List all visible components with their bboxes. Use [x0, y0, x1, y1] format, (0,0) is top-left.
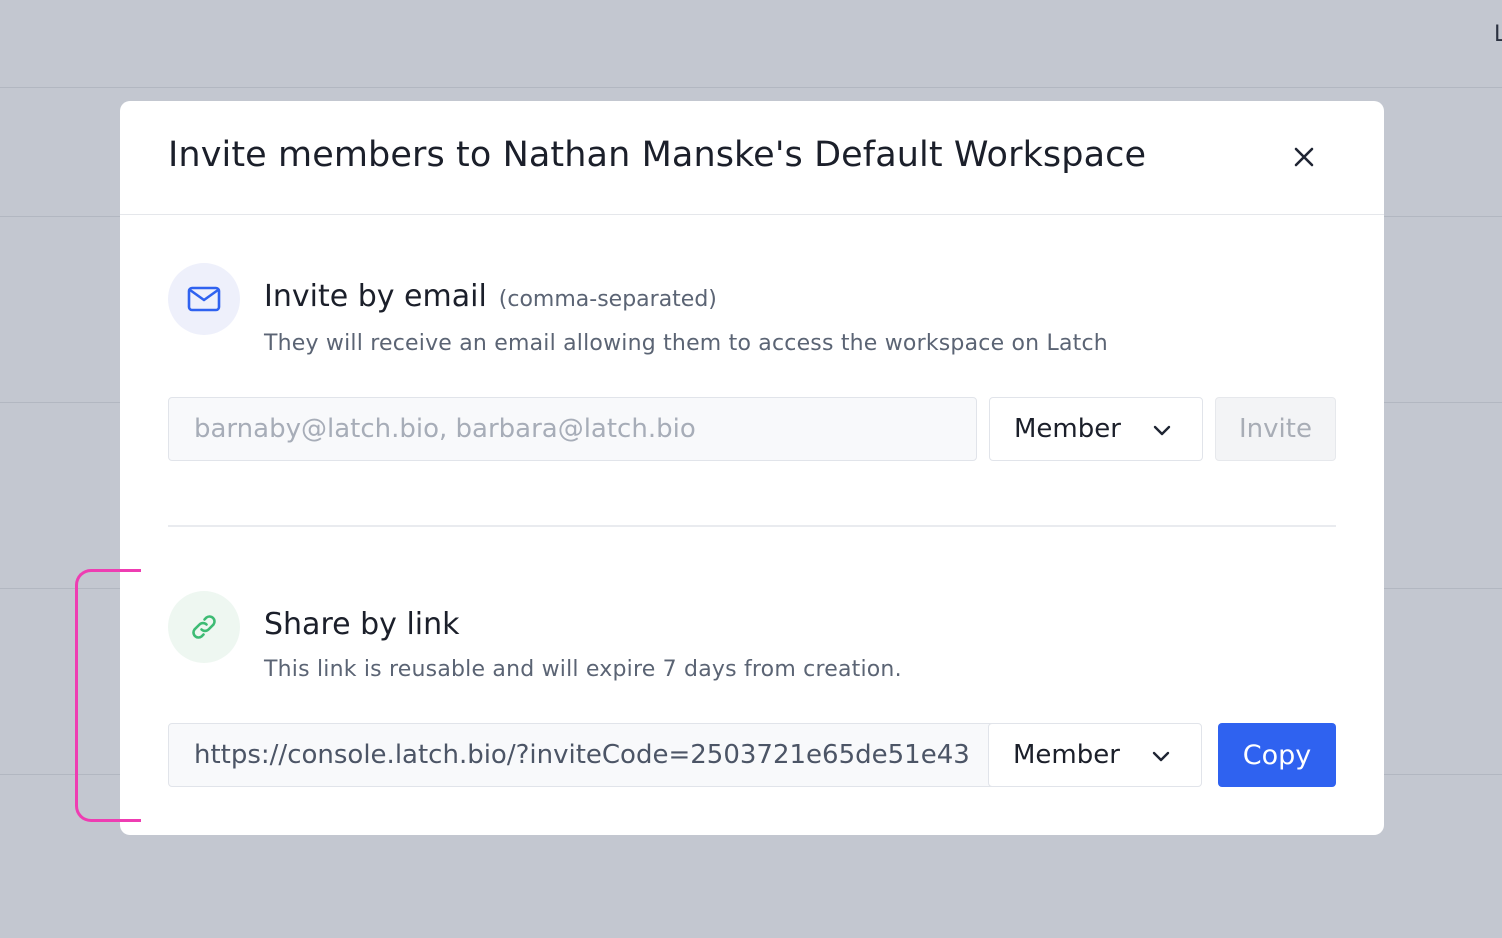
link-role-value: Member: [1013, 740, 1120, 770]
email-section-note: (comma-separated): [498, 287, 717, 312]
email-section-title: Invite by email (comma-separated): [264, 279, 717, 314]
mail-icon: [187, 286, 221, 312]
section-divider: [168, 525, 1336, 527]
background-divider: [0, 87, 1502, 88]
close-icon: [1294, 147, 1314, 167]
mail-icon-badge: [168, 263, 240, 335]
invite-link-field[interactable]: https://console.latch.bio/?inviteCode=25…: [168, 723, 998, 787]
background-text: L: [1494, 22, 1502, 47]
email-input-placeholder: barnaby@latch.bio, barbara@latch.bio: [194, 414, 696, 444]
link-icon-badge: [168, 591, 240, 663]
annotation-bracket: [75, 569, 141, 822]
email-section-heading: Invite by email: [264, 279, 487, 314]
copy-button[interactable]: Copy: [1218, 723, 1336, 787]
invite-members-modal: Invite members to Nathan Manske's Defaul…: [120, 101, 1384, 835]
email-role-select[interactable]: Member: [989, 397, 1203, 461]
close-button[interactable]: [1286, 139, 1322, 175]
modal-title: Invite members to Nathan Manske's Defaul…: [168, 135, 1147, 175]
link-icon: [192, 615, 216, 639]
email-role-value: Member: [1014, 414, 1121, 444]
modal-header: Invite members to Nathan Manske's Defaul…: [120, 101, 1384, 215]
email-section-description: They will receive an email allowing them…: [264, 331, 1108, 356]
link-section-description: This link is reusable and will expire 7 …: [264, 657, 902, 682]
link-role-select[interactable]: Member: [988, 723, 1202, 787]
link-section-title: Share by link: [264, 607, 460, 642]
chevron-down-icon: [1153, 425, 1171, 436]
invite-link-value: https://console.latch.bio/?inviteCode=25…: [194, 740, 970, 770]
invite-button[interactable]: Invite: [1215, 397, 1336, 461]
email-input[interactable]: barnaby@latch.bio, barbara@latch.bio: [168, 397, 977, 461]
chevron-down-icon: [1152, 751, 1170, 762]
